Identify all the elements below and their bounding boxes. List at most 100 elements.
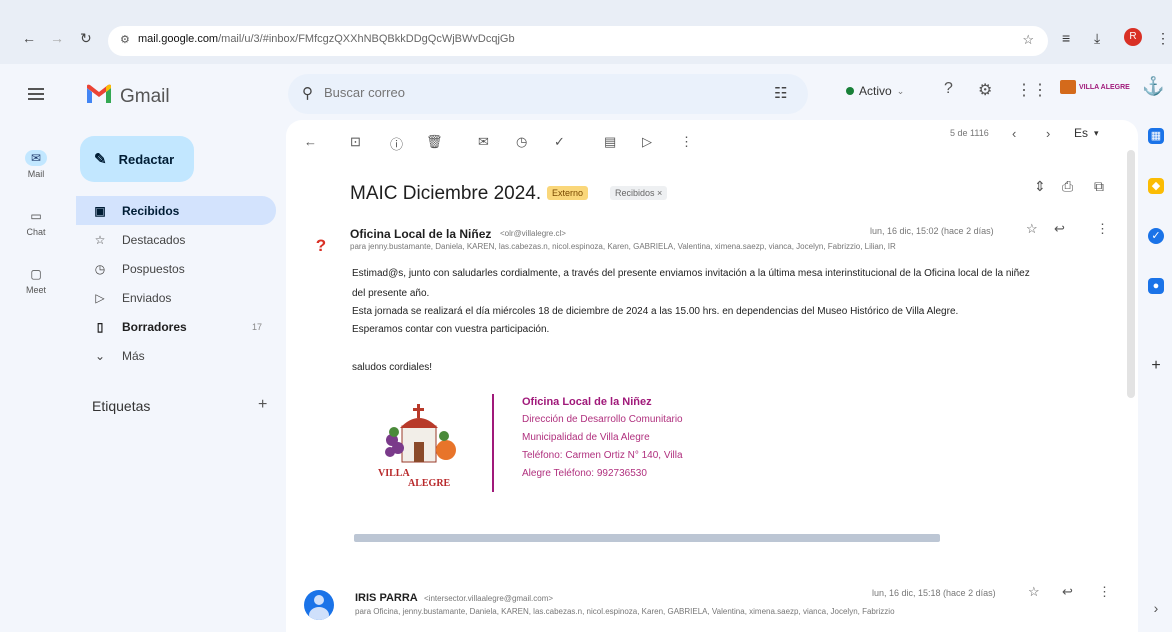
folder-label: Borradores bbox=[122, 319, 187, 334]
side-panel bbox=[1142, 120, 1172, 632]
sender-name[interactable]: Oficina Local de la Niñez bbox=[350, 227, 491, 241]
older-icon[interactable]: › bbox=[1046, 126, 1050, 141]
brand-name: VILLA ALEGRE bbox=[1079, 83, 1130, 91]
contacts-icon[interactable]: ● bbox=[1148, 278, 1164, 294]
search-bar[interactable]: ⚲ bbox=[288, 74, 808, 114]
site-info-icon[interactable]: ⚙ bbox=[120, 33, 130, 46]
account-anchor-icon[interactable]: ⚓ bbox=[1142, 76, 1164, 97]
message-more-icon[interactable]: ⋮ bbox=[1098, 584, 1111, 600]
rail-item-meet[interactable]: ▢ Meet bbox=[0, 266, 72, 295]
search-icon[interactable]: ⚲ bbox=[302, 84, 313, 102]
archive-icon[interactable]: ⊡ bbox=[350, 134, 361, 150]
signature-line: Dirección de Desarrollo Comunitario bbox=[522, 414, 683, 425]
move-to-icon[interactable]: ▤ bbox=[604, 134, 616, 150]
chevron-down-icon[interactable]: ▾ bbox=[1094, 128, 1099, 139]
gmail-logo-icon bbox=[87, 84, 111, 103]
folder-label: Pospuestos bbox=[122, 261, 185, 276]
report-spam-icon[interactable]: ⓘ bbox=[390, 134, 403, 153]
search-input[interactable] bbox=[324, 85, 624, 100]
rail-item-mail[interactable]: ✉ Mail bbox=[0, 150, 72, 179]
add-label-icon[interactable]: + bbox=[258, 396, 267, 414]
sender-avatar bbox=[304, 590, 334, 620]
chevron-down-icon: ⌄ bbox=[896, 85, 905, 96]
folder-label: Destacados bbox=[122, 232, 186, 247]
compose-label: Redactar bbox=[118, 151, 175, 167]
organization-logo[interactable]: VILLA ALEGRE bbox=[1060, 76, 1130, 98]
video-icon: ▢ bbox=[30, 267, 42, 281]
mark-unread-icon[interactable]: ✉ bbox=[478, 134, 489, 150]
inbox-icon: ▣ bbox=[94, 203, 106, 218]
body-line: Esperamos contar con vuestra participaci… bbox=[352, 324, 550, 335]
folder-more[interactable]: ⌄ Más bbox=[76, 341, 276, 370]
folder-inbox[interactable]: ▣ Recibidos bbox=[76, 196, 276, 225]
reply-icon[interactable]: ↩ bbox=[1054, 221, 1065, 237]
forward-arrow-icon[interactable]: → bbox=[50, 30, 64, 46]
more-options-icon[interactable]: ⋮ bbox=[680, 134, 693, 150]
status-selector[interactable]: Activo ⌄ bbox=[836, 78, 914, 104]
inbox-label-chip[interactable]: Recibidos × bbox=[610, 186, 668, 200]
reply-icon[interactable]: ↩ bbox=[1062, 584, 1073, 600]
signature-line: Alegre Teléfono: 992736530 bbox=[522, 468, 647, 479]
status-label: Activo bbox=[859, 84, 892, 98]
rail-item-chat[interactable]: ▭ Chat bbox=[0, 208, 72, 237]
snooze-icon[interactable]: ◷ bbox=[516, 134, 527, 150]
signature-line: Teléfono: Carmen Ortiz N° 140, Villa bbox=[522, 450, 683, 461]
folder-sent[interactable]: ▷ Enviados bbox=[76, 283, 276, 312]
search-options-icon[interactable]: ☷ bbox=[774, 84, 787, 102]
recipients-list[interactable]: para Oficina, jenny.bustamante, Daniela,… bbox=[355, 607, 1045, 616]
recipients-list[interactable]: para jenny.bustamante, Daniela, KAREN, l… bbox=[350, 242, 1040, 251]
sender-avatar: ? bbox=[309, 234, 333, 258]
download-icon[interactable]: ⤓ bbox=[1094, 30, 1100, 47]
tasks-icon[interactable]: ✓ bbox=[1148, 228, 1164, 244]
print-icon[interactable]: ⎙ bbox=[1062, 178, 1073, 195]
folder-snoozed[interactable]: ◷ Pospuestos bbox=[76, 254, 276, 283]
app-name: Gmail bbox=[120, 86, 170, 107]
villa-alegre-logo: VILLA ALEGRE bbox=[378, 404, 456, 488]
body-line: del presente año. bbox=[352, 288, 430, 299]
folder-label: Recibidos bbox=[122, 203, 180, 218]
sender-name[interactable]: IRIS PARRA bbox=[355, 592, 418, 604]
settings-gear-icon[interactable]: ⚙ bbox=[978, 80, 992, 100]
reload-icon[interactable]: ↻ bbox=[80, 30, 92, 47]
calendar-icon[interactable]: ▦ bbox=[1148, 128, 1164, 144]
star-icon[interactable]: ☆ bbox=[1026, 221, 1038, 237]
message-separator bbox=[354, 534, 940, 542]
help-icon[interactable]: ? bbox=[944, 80, 953, 98]
thread-subject: MAIC Diciembre 2024. bbox=[350, 183, 542, 204]
scrollbar[interactable] bbox=[1127, 150, 1135, 398]
main-menu-icon[interactable] bbox=[28, 88, 44, 100]
message-more-icon[interactable]: ⋮ bbox=[1096, 221, 1109, 237]
email-signature: VILLA ALEGRE Oficina Local de la Niñez D… bbox=[352, 388, 752, 498]
draft-icon: ▯ bbox=[96, 319, 104, 334]
browser-menu-icon[interactable]: ⋮ bbox=[1156, 30, 1170, 47]
star-icon[interactable]: ☆ bbox=[1028, 584, 1040, 600]
folder-drafts[interactable]: ▯ Borradores 17 bbox=[76, 312, 276, 341]
star-icon: ☆ bbox=[94, 232, 106, 247]
compose-button[interactable]: ✎ Redactar bbox=[80, 136, 194, 182]
apps-grid-icon[interactable]: ⋮⋮ bbox=[1016, 80, 1048, 100]
keep-icon[interactable]: ◆ bbox=[1148, 178, 1164, 194]
newer-icon[interactable]: ‹ bbox=[1012, 126, 1016, 141]
signature-title: Oficina Local de la Niñez bbox=[522, 396, 652, 408]
pagination-text: 5 de 1116 bbox=[950, 128, 989, 138]
open-new-window-icon[interactable]: ⧉ bbox=[1094, 178, 1104, 195]
bookmark-star-icon[interactable]: ☆ bbox=[1022, 32, 1034, 48]
show-side-panel-icon[interactable]: › bbox=[1148, 600, 1164, 616]
expand-all-icon[interactable]: ⇕ bbox=[1034, 178, 1046, 195]
rail-label: Mail bbox=[27, 169, 45, 179]
add-app-icon[interactable]: + bbox=[1148, 358, 1164, 374]
label-icon[interactable]: ▷ bbox=[642, 134, 652, 150]
address-bar[interactable]: ⚙ mail.google.com/mail/u/3/#inbox/FMfcgz… bbox=[108, 26, 1048, 56]
sender-email: <intersector.villaalegre@gmail.com> bbox=[424, 594, 554, 603]
folder-starred[interactable]: ☆ Destacados bbox=[76, 225, 276, 254]
add-task-icon[interactable]: ✓ bbox=[554, 134, 565, 150]
mail-folders: ▣ Recibidos ☆ Destacados ◷ Pospuestos ▷ … bbox=[76, 196, 276, 370]
delete-icon[interactable]: 🗑 bbox=[426, 134, 443, 150]
back-to-inbox-icon[interactable]: ← bbox=[304, 134, 317, 149]
send-icon: ▷ bbox=[95, 290, 105, 305]
input-language-selector[interactable]: Es bbox=[1074, 126, 1088, 140]
body-line: Esta jornada se realizará el día miércol… bbox=[352, 306, 959, 317]
profile-avatar[interactable]: R bbox=[1124, 28, 1142, 46]
reading-list-icon[interactable]: ≡ bbox=[1062, 30, 1070, 46]
back-arrow-icon[interactable]: ← bbox=[22, 30, 36, 46]
